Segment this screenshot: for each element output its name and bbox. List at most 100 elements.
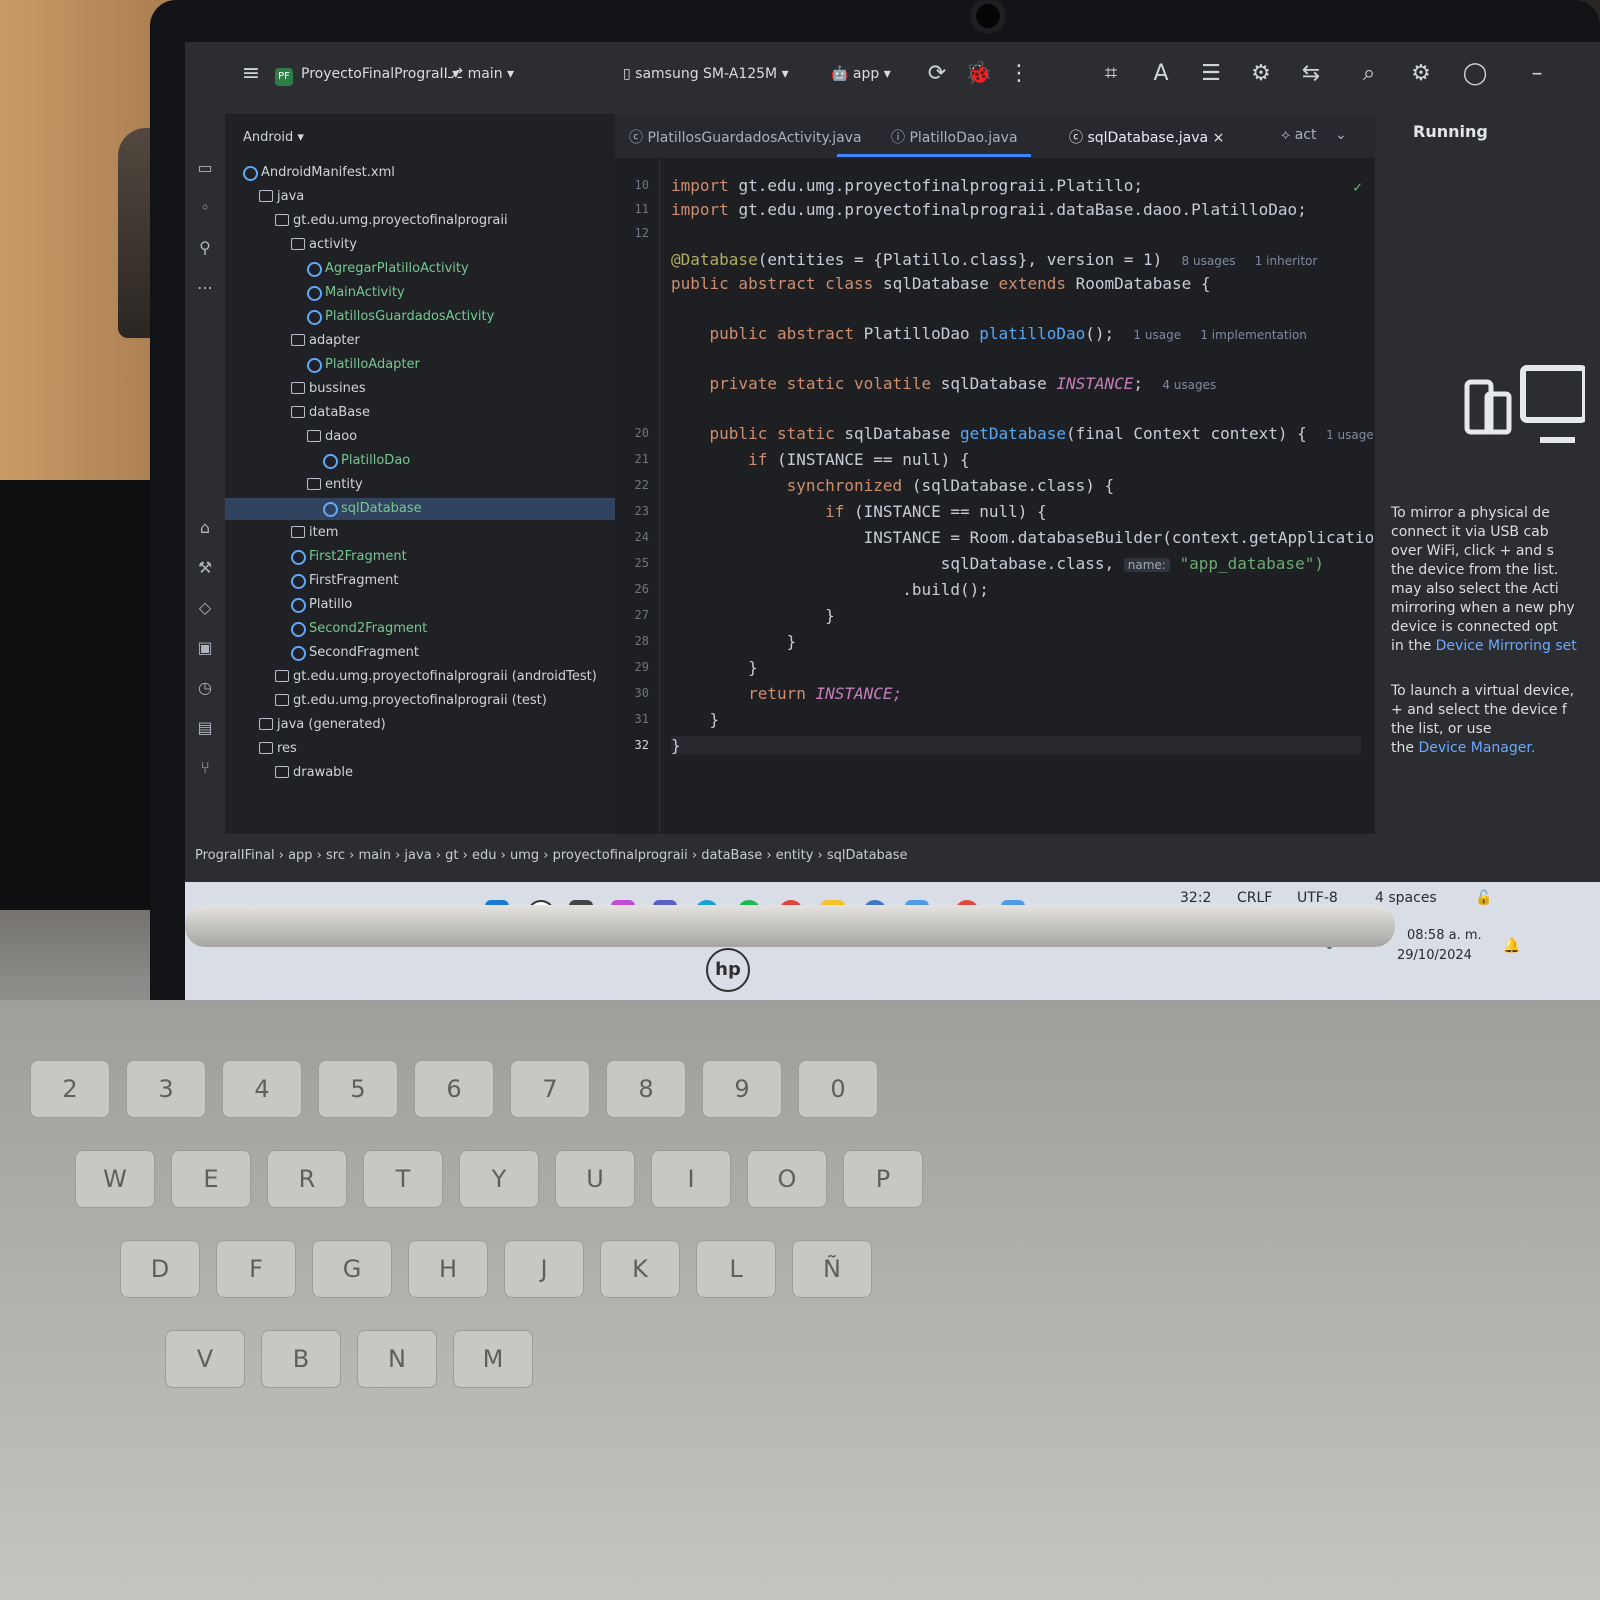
add-device-icon[interactable]: + — [1500, 543, 1512, 559]
code-line: public abstract PlatilloDao platilloDao(… — [709, 324, 1307, 343]
tree-folder-item[interactable]: java — [225, 186, 615, 208]
device-manager-link[interactable]: Device Manager. — [1418, 740, 1535, 756]
breadcrumb-item[interactable]: proyectofinalprograii — [553, 848, 688, 863]
tree-file-item[interactable]: AndroidManifest.xml — [225, 162, 615, 184]
tree-class-item[interactable]: SecondFragment — [225, 642, 615, 664]
breadcrumb-item[interactable]: java — [404, 848, 431, 863]
tree-folder-item[interactable]: gt.edu.umg.proyectofinalprograii — [225, 210, 615, 232]
run-config-selector[interactable]: 🤖 app ▾ — [831, 66, 891, 82]
translate-icon[interactable]: A — [1147, 60, 1175, 88]
tab-platillos-guardados[interactable]: ⓒ PlatillosGuardadosActivity.java — [629, 127, 862, 147]
keyboard-key: T — [363, 1150, 443, 1208]
tree-folder-item[interactable]: gt.edu.umg.proyectofinalprograii (test) — [225, 690, 615, 712]
tab-act[interactable]: ⟡ act — [1281, 127, 1316, 143]
breadcrumb-item[interactable]: entity — [776, 848, 814, 863]
tree-class-item[interactable]: First2Fragment — [225, 546, 615, 568]
main-menu-icon[interactable]: ≡ — [237, 60, 265, 88]
breadcrumb-item[interactable]: dataBase — [701, 848, 762, 863]
line-ending[interactable]: CRLF — [1237, 890, 1272, 906]
search-icon[interactable]: ⌕ — [1355, 60, 1383, 88]
class-icon — [307, 310, 322, 325]
folder-icon — [291, 382, 305, 394]
more-tools-icon[interactable]: ⋯ — [195, 278, 215, 298]
tree-folder-item[interactable]: res — [225, 738, 615, 760]
breadcrumb-item[interactable]: sqlDatabase — [827, 848, 908, 863]
profiler-icon[interactable]: ⚙ — [1247, 60, 1275, 88]
tree-folder-item[interactable]: gt.edu.umg.proyectofinalprograii (androi… — [225, 666, 615, 688]
close-tab-icon[interactable]: × — [1213, 130, 1225, 146]
settings-gear-icon[interactable]: ⚙ — [1407, 60, 1435, 88]
git-icon[interactable]: ⑂ — [195, 758, 215, 778]
notification-bell-icon[interactable]: 🔔 — [1503, 938, 1520, 954]
tree-class-item[interactable]: Second2Fragment — [225, 618, 615, 640]
branch-selector[interactable]: ⎇ main ▾ — [447, 66, 514, 82]
commit-icon[interactable]: ◦ — [195, 198, 215, 218]
camera-icon[interactable]: ▣ — [195, 638, 215, 658]
tree-folder-item[interactable]: bussines — [225, 378, 615, 400]
device-mirroring-settings-link[interactable]: Device Mirroring set — [1436, 638, 1577, 654]
more-vertical-icon[interactable]: ⋮ — [1005, 60, 1033, 88]
breadcrumb-item[interactable]: src — [326, 848, 345, 863]
device-selector[interactable]: ▯ samsung SM-A125M ▾ — [623, 66, 789, 82]
account-icon[interactable]: ◯ — [1461, 60, 1489, 88]
tree-item-label: activity — [309, 237, 357, 252]
minimize-icon[interactable]: – — [1523, 60, 1551, 88]
file-encoding[interactable]: UTF-8 — [1297, 890, 1338, 906]
tree-class-item[interactable]: PlatilloDao — [225, 450, 615, 472]
debug-bug-icon[interactable]: 🐞 — [965, 60, 993, 88]
class-icon — [323, 454, 338, 469]
tree-folder-item[interactable]: adapter — [225, 330, 615, 352]
project-view-selector[interactable]: Android ▾ — [243, 130, 304, 145]
tree-class-item[interactable]: AgregarPlatilloActivity — [225, 258, 615, 280]
tree-class-item[interactable]: FirstFragment — [225, 570, 615, 592]
project-folder-icon[interactable]: ▭ — [195, 158, 215, 178]
indent-setting[interactable]: 4 spaces — [1375, 890, 1437, 906]
refresh-icon[interactable]: ⟳ — [923, 60, 951, 88]
keyboard-key: M — [453, 1330, 533, 1388]
gem-icon[interactable]: ◇ — [195, 598, 215, 618]
cursor-position[interactable]: 32:2 — [1180, 890, 1211, 906]
device-sync-icon[interactable]: ⇆ — [1297, 60, 1325, 88]
breadcrumb-item[interactable]: umg — [510, 848, 539, 863]
tree-item-label: daoo — [325, 429, 358, 444]
breadcrumb-item[interactable]: gt — [445, 848, 458, 863]
terminal-icon[interactable]: ▤ — [195, 718, 215, 738]
tab-platillo-dao[interactable]: ⓘ PlatilloDao.java — [891, 127, 1018, 147]
breadcrumb-item[interactable]: main — [358, 848, 390, 863]
add-virtual-device-icon[interactable]: + — [1391, 702, 1403, 718]
tree-folder-item[interactable]: entity — [225, 474, 615, 496]
breadcrumb-item[interactable]: edu — [472, 848, 497, 863]
tabs-dropdown-icon[interactable]: ⌄ — [1335, 127, 1347, 143]
folder-icon — [275, 766, 289, 778]
tree-folder-item[interactable]: drawable — [225, 762, 615, 784]
tree-folder-item[interactable]: daoo — [225, 426, 615, 448]
keyboard-key: 8 — [606, 1060, 686, 1118]
breadcrumb-item[interactable]: app — [288, 848, 312, 863]
keyboard-key: Ñ — [792, 1240, 872, 1298]
tree-class-item[interactable]: MainActivity — [225, 282, 615, 304]
clock-icon[interactable]: ◷ — [195, 678, 215, 698]
tab-sql-database[interactable]: ⓒ sqlDatabase.java × — [1069, 127, 1224, 147]
tree-class-item[interactable]: Platillo — [225, 594, 615, 616]
tree-item-label: AgregarPlatilloActivity — [325, 261, 469, 276]
project-selector[interactable]: ProyectoFinalPrograII ▾ — [301, 66, 459, 82]
lock-icon[interactable]: 🔓 — [1475, 890, 1492, 906]
clock-date[interactable]: 29/10/2024 — [1397, 948, 1472, 963]
tree-item-label: PlatilloAdapter — [325, 357, 420, 372]
project-structure-icon[interactable]: ⌗ — [1097, 60, 1125, 88]
tree-folder-item[interactable]: item — [225, 522, 615, 544]
build-icon[interactable]: ⌂ — [195, 518, 215, 538]
logcat-icon[interactable]: ☰ — [1197, 60, 1225, 88]
breadcrumb-separator-icon: › — [762, 848, 776, 863]
breadcrumb-item[interactable]: ProgralIFinal — [195, 848, 275, 863]
tree-folder-item[interactable]: activity — [225, 234, 615, 256]
clock-time[interactable]: 08:58 a. m. — [1407, 928, 1482, 943]
tree-class-item[interactable]: sqlDatabase — [225, 498, 615, 520]
structure-icon[interactable]: ⚲ — [195, 238, 215, 258]
hammer-icon[interactable]: ⚒ — [195, 558, 215, 578]
tree-class-item[interactable]: PlatillosGuardadosActivity — [225, 306, 615, 328]
tree-folder-item[interactable]: java (generated) — [225, 714, 615, 736]
tree-class-item[interactable]: PlatilloAdapter — [225, 354, 615, 376]
tree-folder-item[interactable]: dataBase — [225, 402, 615, 424]
code-editor[interactable]: 10 11 12 20 21 22 23 24 25 26 27 28 29 3… — [615, 158, 1422, 834]
